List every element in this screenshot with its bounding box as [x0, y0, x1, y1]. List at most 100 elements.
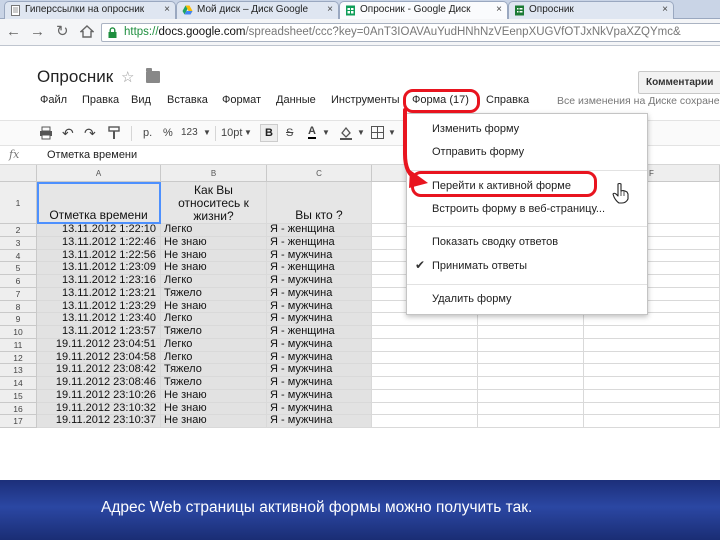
menu-item-show-summary[interactable]: Показать сводку ответов	[407, 235, 647, 250]
grid-cell[interactable]	[478, 415, 584, 428]
menu-insert[interactable]: Вставка	[167, 94, 208, 106]
cell-timestamp[interactable]: 13.11.2012 1:23:16	[37, 275, 161, 288]
row-header[interactable]: 14	[0, 377, 37, 390]
cell-gender[interactable]: Я - мужчина	[267, 300, 372, 314]
chevron-down-icon[interactable]: ▼	[322, 126, 330, 140]
close-icon[interactable]: ×	[496, 2, 502, 18]
grid-cell[interactable]	[372, 402, 478, 416]
font-size-select[interactable]: 10pt	[221, 126, 242, 140]
cell-gender[interactable]: Я - мужчина	[267, 389, 372, 403]
cell-attitude[interactable]: Легко	[161, 313, 267, 326]
grid-cell[interactable]	[478, 377, 584, 390]
cell-attitude[interactable]: Легко	[161, 275, 267, 288]
grid-cell[interactable]	[478, 313, 584, 326]
row-header[interactable]: 3	[0, 236, 37, 250]
star-icon[interactable]: ☆	[121, 68, 134, 86]
cell-gender[interactable]: Я - мужчина	[267, 313, 372, 326]
row-header[interactable]: 13	[0, 364, 37, 377]
cell-attitude[interactable]: Легко	[161, 338, 267, 352]
row-header[interactable]: 7	[0, 287, 37, 301]
cell-timestamp[interactable]: 19.11.2012 23:10:26	[37, 389, 161, 403]
grid-cell[interactable]	[478, 364, 584, 377]
grid-cell[interactable]	[478, 389, 584, 403]
percent-format-button[interactable]: %	[163, 126, 173, 140]
menu-view[interactable]: Вид	[131, 94, 151, 106]
cell-timestamp[interactable]: 13.11.2012 1:23:09	[37, 262, 161, 275]
cell-gender[interactable]: Я - мужчина	[267, 415, 372, 428]
strikethrough-button[interactable]: S	[286, 126, 293, 140]
close-icon[interactable]: ×	[164, 2, 170, 18]
menu-file[interactable]: Файл	[40, 94, 67, 106]
cell-timestamp[interactable]: 13.11.2012 1:22:10	[37, 224, 161, 237]
select-all-corner[interactable]	[0, 165, 37, 182]
browser-tab-hyperlinks[interactable]: Гиперссылки на опросник ×	[4, 1, 176, 19]
cell-gender[interactable]: Я - мужчина	[267, 377, 372, 390]
menu-edit[interactable]: Правка	[82, 94, 119, 106]
cell-timestamp[interactable]: 19.11.2012 23:08:42	[37, 364, 161, 377]
row-header[interactable]: 8	[0, 300, 37, 314]
column-header-c[interactable]: C	[267, 165, 372, 182]
cell-timestamp[interactable]: 19.11.2012 23:04:51	[37, 338, 161, 352]
text-color-button[interactable]: A	[308, 126, 316, 139]
menu-tools[interactable]: Инструменты	[331, 94, 400, 106]
grid-cell[interactable]	[584, 402, 720, 416]
cell-timestamp[interactable]: 19.11.2012 23:08:46	[37, 377, 161, 390]
cell-timestamp[interactable]: 13.11.2012 1:23:29	[37, 300, 161, 314]
row-header[interactable]: 5	[0, 262, 37, 275]
grid-cell[interactable]	[584, 313, 720, 326]
grid-cell[interactable]	[478, 351, 584, 365]
cell-timestamp[interactable]: 19.11.2012 23:04:58	[37, 351, 161, 365]
header-cell-timestamp[interactable]: Отметка времени	[37, 182, 161, 224]
grid-cell[interactable]	[478, 338, 584, 352]
folder-icon[interactable]	[146, 68, 160, 83]
cell-attitude[interactable]: Не знаю	[161, 262, 267, 275]
redo-icon[interactable]: ↷	[84, 126, 96, 140]
grid-cell[interactable]	[372, 338, 478, 352]
row-header[interactable]: 11	[0, 338, 37, 352]
menu-help[interactable]: Справка	[486, 94, 529, 106]
reload-icon[interactable]: ↻	[56, 23, 69, 41]
cell-attitude[interactable]: Не знаю	[161, 415, 267, 428]
cell-gender[interactable]: Я - мужчина	[267, 364, 372, 377]
grid-cell[interactable]	[372, 377, 478, 390]
cell-timestamp[interactable]: 13.11.2012 1:23:21	[37, 287, 161, 301]
row-header[interactable]: 15	[0, 389, 37, 403]
grid-cell[interactable]	[584, 377, 720, 390]
cell-timestamp[interactable]: 13.11.2012 1:23:57	[37, 326, 161, 339]
formula-input[interactable]: Отметка времени	[47, 149, 137, 161]
cell-attitude[interactable]: Тяжело	[161, 287, 267, 301]
grid-cell[interactable]	[478, 326, 584, 339]
grid-cell[interactable]	[584, 338, 720, 352]
cell-attitude[interactable]: Не знаю	[161, 300, 267, 314]
cell-gender[interactable]: Я - мужчина	[267, 338, 372, 352]
grid-cell[interactable]	[372, 389, 478, 403]
cell-attitude[interactable]: Не знаю	[161, 236, 267, 250]
grid-cell[interactable]	[584, 351, 720, 365]
cell-attitude[interactable]: Не знаю	[161, 249, 267, 263]
cell-attitude[interactable]: Легко	[161, 224, 267, 237]
grid-cell[interactable]	[372, 351, 478, 365]
grid-cell[interactable]	[372, 326, 478, 339]
browser-tab-drive[interactable]: Мой диск – Диск Google ×	[176, 1, 339, 19]
cell-attitude[interactable]: Тяжело	[161, 326, 267, 339]
grid-cell[interactable]	[372, 364, 478, 377]
menu-item-send-form[interactable]: Отправить форму	[407, 145, 647, 160]
row-header[interactable]: 12	[0, 351, 37, 365]
row-header[interactable]: 6	[0, 275, 37, 288]
chevron-down-icon[interactable]: ▼	[244, 126, 252, 140]
header-cell-question-life[interactable]: Как Вы относитесь к жизни?	[161, 182, 267, 224]
chevron-down-icon[interactable]: ▼	[203, 126, 211, 140]
row-header[interactable]: 17	[0, 415, 37, 428]
home-icon[interactable]	[80, 25, 94, 38]
grid-cell[interactable]	[584, 389, 720, 403]
cell-timestamp[interactable]: 13.11.2012 1:23:40	[37, 313, 161, 326]
document-title[interactable]: Опросник	[37, 67, 113, 87]
row-header[interactable]: 1	[0, 182, 37, 224]
print-icon[interactable]	[39, 126, 53, 140]
grid-cell[interactable]	[478, 402, 584, 416]
cell-attitude[interactable]: Не знаю	[161, 402, 267, 416]
row-header[interactable]: 16	[0, 402, 37, 416]
menu-item-embed-form[interactable]: Встроить форму в веб-страницу...	[407, 202, 647, 217]
cell-timestamp[interactable]: 13.11.2012 1:22:56	[37, 249, 161, 263]
menu-item-edit-form[interactable]: Изменить форму	[407, 122, 647, 137]
